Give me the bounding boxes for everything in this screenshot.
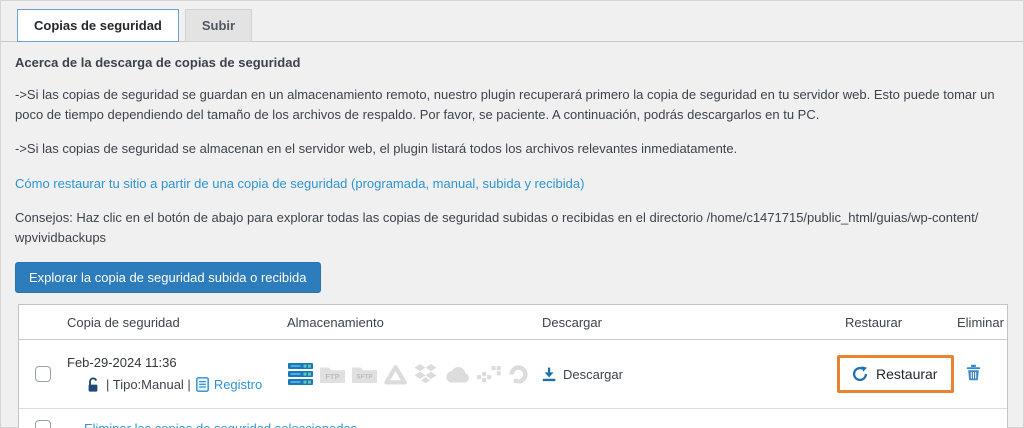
wpvivid-backup-page: Copias de seguridad Subir Acerca de la d… xyxy=(1,9,1023,428)
section-heading: Acerca de la descarga de copias de segur… xyxy=(15,55,1009,70)
tips-text-line1: Consejos: Haz clic en el botón de abajo … xyxy=(15,208,1009,228)
table-header-row: Copia de seguridad Almacenamiento Descar… xyxy=(19,305,1007,340)
unlock-icon[interactable] xyxy=(87,377,101,393)
download-cell[interactable]: Descargar xyxy=(542,367,845,382)
restore-cell: Restaurar xyxy=(837,355,954,393)
backup-download-section: Acerca de la descarga de copias de segur… xyxy=(1,55,1023,428)
restore-annotation-box: Restaurar xyxy=(837,355,954,393)
local-server-storage-icon xyxy=(287,362,314,386)
backups-table: Copia de seguridad Almacenamiento Descar… xyxy=(18,304,1008,428)
tab-upload[interactable]: Subir xyxy=(185,9,252,42)
info-paragraph-remote-storage: ->Si las copias de seguridad se guardan … xyxy=(15,85,1009,124)
trash-icon[interactable] xyxy=(966,364,981,381)
restore-refresh-icon xyxy=(852,366,868,382)
ftp-storage-icon: FTP xyxy=(319,364,346,384)
sftp-storage-icon: SFTP xyxy=(351,364,378,384)
backup-table-row: Feb-29-2024 11:36 | Tipo:Manual | xyxy=(19,340,1007,409)
svg-text:FTP: FTP xyxy=(325,372,339,381)
amazon-s3-storage-icon xyxy=(476,364,502,384)
info-paragraph-web-server: ->Si las copias de seguridad se almacena… xyxy=(15,139,1009,159)
backup-type-label: | Tipo:Manual | xyxy=(106,376,191,395)
tips-paragraph: Consejos: Haz clic en el botón de abajo … xyxy=(15,208,1009,247)
delete-selected-backups-link[interactable]: Eliminar las copias de seguridad selecci… xyxy=(84,421,357,428)
backup-meta-line: | Tipo:Manual | Registro xyxy=(87,376,287,395)
row-checkbox-cell xyxy=(19,366,67,382)
header-download: Descargar xyxy=(542,315,845,330)
download-icon xyxy=(542,367,556,382)
storage-icons-cell: FTP SFTP xyxy=(287,362,542,386)
tab-bar: Copias de seguridad Subir xyxy=(1,9,1023,42)
onedrive-storage-icon xyxy=(443,365,471,384)
footer-link-cell: Eliminar las copias de seguridad selecci… xyxy=(67,421,1007,428)
log-document-icon xyxy=(196,377,209,392)
header-delete: Eliminar xyxy=(954,315,1007,330)
google-drive-storage-icon xyxy=(383,363,408,386)
header-restore: Restaurar xyxy=(845,315,954,330)
header-backup: Copia de seguridad xyxy=(67,315,287,330)
restore-button[interactable]: Restaurar xyxy=(852,366,937,382)
svg-text:SFTP: SFTP xyxy=(356,374,372,381)
table-footer-row: Eliminar las copias de seguridad selecci… xyxy=(19,409,1007,428)
log-link[interactable]: Registro xyxy=(214,376,262,395)
tips-text-line2: wpvividbackups xyxy=(15,228,1009,248)
delete-cell xyxy=(954,364,1007,384)
digitalocean-storage-icon xyxy=(507,363,530,386)
backup-info-cell: Feb-29-2024 11:36 | Tipo:Manual | xyxy=(67,354,287,395)
tab-backups[interactable]: Copias de seguridad xyxy=(17,9,179,42)
backup-row-checkbox[interactable] xyxy=(35,366,51,382)
download-label: Descargar xyxy=(563,367,623,382)
dropbox-storage-icon xyxy=(413,363,438,385)
select-all-checkbox[interactable] xyxy=(35,420,51,428)
restore-label: Restaurar xyxy=(876,366,937,382)
header-storage: Almacenamiento xyxy=(287,315,542,330)
explore-uploaded-backups-button[interactable]: Explorar la copia de seguridad subida o … xyxy=(15,262,321,293)
footer-checkbox-cell xyxy=(19,420,67,428)
how-to-restore-link[interactable]: Cómo restaurar tu sitio a partir de una … xyxy=(15,176,584,191)
backup-date: Feb-29-2024 11:36 xyxy=(67,354,287,373)
restore-help-row: Cómo restaurar tu sitio a partir de una … xyxy=(15,174,1009,194)
